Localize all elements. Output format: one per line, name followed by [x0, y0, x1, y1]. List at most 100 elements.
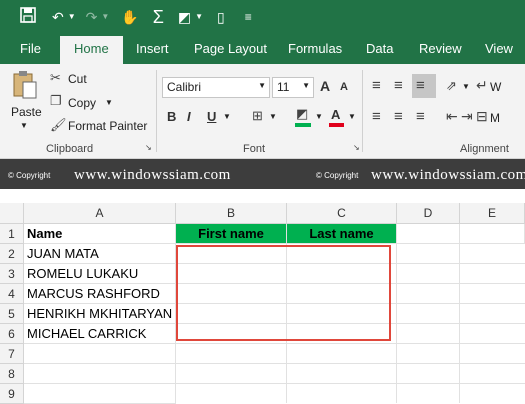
tab-view[interactable]: View [485, 41, 513, 56]
grow-font-button[interactable]: A [320, 78, 330, 94]
cell-c1[interactable]: Last name [287, 224, 397, 244]
tab-formulas[interactable]: Formulas [288, 41, 342, 56]
shrink-font-button[interactable]: A [340, 81, 348, 93]
row-header[interactable]: 1 [0, 224, 24, 244]
cell-d1[interactable] [397, 224, 460, 244]
format-painter-icon: 🖌 [50, 117, 67, 132]
font-size-dropdown-icon[interactable]: ▼ [302, 81, 310, 90]
increase-indent-icon[interactable]: ⇥ [461, 108, 473, 125]
row-header[interactable]: 5 [0, 304, 24, 324]
column-header-a[interactable]: A [24, 203, 176, 224]
row-header[interactable]: 9 [0, 384, 24, 404]
font-name-value: Calibri [167, 80, 202, 94]
column-header-b[interactable]: B [176, 203, 287, 224]
bold-button[interactable]: B [167, 109, 176, 124]
bottom-align-icon[interactable]: ≡ [416, 77, 425, 94]
format-painter-button[interactable]: Format Painter [68, 119, 147, 133]
redo-icon[interactable]: ↷ [86, 7, 98, 27]
copyright-text: © Copyright [316, 171, 359, 180]
row-header[interactable]: 7 [0, 344, 24, 364]
undo-icon[interactable]: ↶ [52, 7, 64, 27]
cell-a6[interactable]: MICHAEL CARRICK [24, 324, 176, 344]
autosum-icon[interactable]: Σ [153, 7, 164, 27]
column-header-d[interactable]: D [397, 203, 460, 224]
font-name-dropdown-icon[interactable]: ▼ [258, 81, 266, 90]
cell-a5[interactable]: HENRIKH MKHITARYAN [24, 304, 176, 324]
underline-dropdown-icon[interactable]: ▼ [223, 112, 231, 121]
borders-icon[interactable]: ⊞ [252, 108, 263, 124]
middle-align-icon[interactable]: ≡ [394, 77, 403, 94]
new-document-icon[interactable]: ▯ [217, 7, 225, 27]
italic-button[interactable]: I [187, 109, 191, 124]
ribbon-tabs: File Home Insert Page Layout Formulas Da… [0, 34, 525, 64]
tab-file[interactable]: File [20, 41, 41, 56]
underline-button[interactable]: U [207, 109, 216, 124]
redo-dropdown-icon[interactable]: ▼ [101, 7, 109, 27]
watermark-bar: © Copyright www.windowssiam.com © Copyri… [0, 159, 525, 189]
cell-a4[interactable]: MARCUS RASHFORD [24, 284, 176, 304]
ribbon-divider [156, 70, 157, 152]
copyright-text: © Copyright [8, 171, 51, 180]
customize-qat-icon[interactable]: ≡ [245, 7, 252, 27]
tab-insert[interactable]: Insert [136, 41, 169, 56]
cell-a2[interactable]: JUAN MATA [24, 244, 176, 264]
row-header[interactable]: 8 [0, 364, 24, 384]
align-center-icon[interactable]: ≡ [394, 108, 403, 125]
column-header-e[interactable]: E [460, 203, 525, 224]
highlight-rectangle [176, 245, 391, 341]
wrap-text-button[interactable]: W [490, 80, 501, 94]
merge-button[interactable]: M [490, 111, 500, 125]
wrap-text-icon[interactable]: ↵ [476, 77, 488, 94]
paste-button[interactable]: Paste [11, 105, 42, 119]
cell-b1[interactable]: First name [176, 224, 287, 244]
row-header[interactable]: 4 [0, 284, 24, 304]
merge-icon[interactable]: ⊟ [476, 108, 488, 125]
font-size-box[interactable]: 11 ▼ [272, 77, 314, 98]
orientation-dropdown-icon[interactable]: ▼ [462, 82, 470, 91]
tab-home[interactable]: Home [60, 36, 123, 64]
copy-button[interactable]: Copy [68, 96, 96, 110]
borders-dropdown-icon[interactable]: ▼ [269, 112, 277, 121]
watermark-url: www.windowssiam.com [371, 167, 525, 183]
cell-e1[interactable] [460, 224, 525, 244]
clipboard-launcher-icon[interactable]: ↘ [145, 143, 152, 152]
fill-color-icon[interactable]: ◩ [178, 7, 191, 27]
tab-page-layout[interactable]: Page Layout [194, 41, 267, 56]
paste-icon[interactable] [12, 70, 38, 103]
paste-dropdown-icon[interactable]: ▼ [20, 121, 28, 130]
fill-color-dropdown-icon[interactable]: ▼ [315, 112, 323, 121]
align-left-icon[interactable]: ≡ [372, 108, 381, 125]
alignment-group-label: Alignment [460, 143, 509, 155]
decrease-indent-icon[interactable]: ⇤ [446, 108, 458, 125]
row-header[interactable]: 2 [0, 244, 24, 264]
watermark-url: www.windowssiam.com [74, 167, 231, 183]
font-name-box[interactable]: Calibri ▼ [162, 77, 270, 98]
save-icon[interactable] [20, 6, 36, 28]
align-right-icon[interactable]: ≡ [416, 108, 425, 125]
fill-dropdown-icon[interactable]: ▼ [195, 7, 203, 27]
cell-a1[interactable]: Name [24, 224, 176, 244]
top-align-icon[interactable]: ≡ [372, 77, 381, 94]
font-color-dropdown-icon[interactable]: ▼ [348, 112, 356, 121]
cut-icon: ✂ [50, 70, 61, 85]
orientation-icon[interactable]: ⇗ [446, 78, 457, 94]
cell-a9[interactable] [24, 384, 176, 404]
tab-review[interactable]: Review [419, 41, 462, 56]
column-header-c[interactable]: C [287, 203, 397, 224]
cell-a7[interactable] [24, 344, 176, 364]
select-all-corner[interactable] [0, 203, 24, 224]
tab-data[interactable]: Data [366, 41, 393, 56]
cell-a3[interactable]: ROMELU LUKAKU [24, 264, 176, 284]
cell-a8[interactable] [24, 364, 176, 384]
font-launcher-icon[interactable]: ↘ [353, 143, 360, 152]
row-header[interactable]: 6 [0, 324, 24, 344]
font-group-label: Font [243, 143, 266, 155]
ribbon: Paste ▼ ✂ Cut ❐ Copy ▼ 🖌 Format Painter … [0, 64, 525, 159]
undo-dropdown-icon[interactable]: ▼ [68, 7, 76, 27]
fill-color-icon[interactable]: ◩ [296, 106, 308, 122]
row-header[interactable]: 3 [0, 264, 24, 284]
copy-dropdown-icon[interactable]: ▼ [105, 98, 113, 107]
cut-button[interactable]: Cut [68, 72, 87, 86]
touch-mode-icon[interactable]: ✋ [121, 7, 138, 27]
font-color-button[interactable]: A [331, 107, 340, 122]
